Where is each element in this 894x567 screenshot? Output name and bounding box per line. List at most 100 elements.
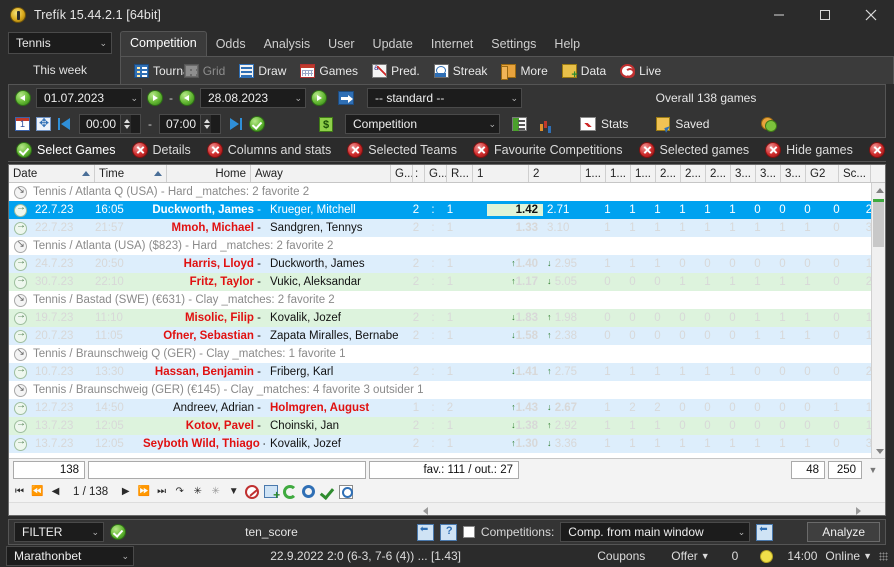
column-header-odd2[interactable]: 2 [529,165,581,182]
group-expand-icon[interactable] [9,347,31,361]
table-row[interactable]: 22.7.23 16:05 Duckworth, James - Krueger, M… [9,201,885,219]
table-row[interactable]: 30.7.23 22:10 Fritz, Taylor - Vukic, Aleksa… [9,273,885,291]
scroll-up-icon[interactable] [872,183,885,197]
row-expand-icon[interactable] [9,400,31,415]
column-header-n8[interactable]: 3... [756,165,781,182]
spinner-arrows-icon[interactable] [200,115,212,133]
column-header-g2[interactable]: G... [425,165,447,182]
footer-dropdown-icon[interactable]: ▼ [865,465,881,475]
nav-next-button[interactable]: ▶ [119,485,132,498]
time-from-spinner[interactable]: 00:00 [79,114,141,134]
add-icon[interactable] [264,485,280,502]
tab-selected-teams[interactable]: Selected Teams [339,138,465,161]
grid-group-row[interactable]: Tennis / Atlanta Q (USA) - Hard _matches… [9,183,885,201]
table-row[interactable]: 13.7.23 12:05 Kotov, Pavel - Choinski, Jan 2… [9,417,885,435]
nav-prev-button[interactable]: ◀ [49,485,62,498]
bar-chart-icon[interactable] [539,117,554,131]
ribbon-data-button[interactable]: Data [555,58,613,84]
table-row[interactable]: 22.7.23 21:57 Mmoh, Michael - Sandgren, Ten… [9,219,885,237]
row-expand-icon[interactable] [9,328,31,343]
column-header-g1[interactable]: G... [391,165,413,182]
menu-item-user[interactable]: User [319,33,363,56]
ribbon-grid-button[interactable]: Grid [177,58,233,84]
close-button[interactable] [848,0,894,30]
competitions-send-button[interactable] [756,523,774,541]
ribbon-more-button[interactable]: More [494,58,554,84]
group-expand-icon[interactable] [9,383,31,397]
time-end-button[interactable] [227,117,243,131]
column-header-n2[interactable]: 1... [606,165,631,182]
apply-range-icon[interactable] [338,91,354,105]
column-header-g2col[interactable]: G2 [806,165,839,182]
competitions-checkbox[interactable] [462,526,475,538]
nav-star-alt-button[interactable]: ✳ [209,485,222,498]
time-apply-button[interactable] [249,116,265,132]
time-start-button[interactable] [57,117,73,131]
column-header-sep[interactable]: : [413,165,425,182]
hscroll-left-icon[interactable] [419,503,432,516]
group-expand-icon[interactable] [9,239,31,253]
column-header-odd1[interactable]: 1 [473,165,529,182]
analyze-button[interactable]: Analyze [807,522,880,542]
column-header-n6[interactable]: 2... [706,165,731,182]
menu-item-update[interactable]: Update [364,33,422,56]
stats-button[interactable]: Stats [580,111,628,137]
spinner-arrows-icon[interactable] [120,115,132,133]
sport-select[interactable]: Tennis ⌄ [8,32,112,54]
filter-select[interactable]: FILTER ⌄ [14,522,104,542]
date-to-next-button[interactable] [311,90,327,106]
note-field[interactable] [88,461,366,479]
maximize-button[interactable] [802,0,848,30]
grid-group-row[interactable]: Tennis / Bastad (SWE) (€631) - Clay _mat… [9,291,885,309]
ribbon-draw-button[interactable]: Draw [232,58,293,84]
gear-icon[interactable] [302,485,316,498]
this-week-label[interactable]: This week [8,56,112,84]
menu-item-help[interactable]: Help [545,33,589,56]
grid-horizontal-scrollbar[interactable] [9,502,885,515]
fav-out-field[interactable]: fav.: 111 / out.: 27 [369,461,519,479]
tab-details[interactable]: Details [124,138,199,161]
column-header-date[interactable]: Date [9,165,95,182]
num-a-field[interactable]: 48 [791,461,825,479]
row-expand-icon[interactable] [9,274,31,289]
move-icon[interactable] [36,116,51,131]
nav-filter-funnel-button[interactable]: ▼ [227,485,240,498]
grid-vertical-scrollbar[interactable] [871,183,885,458]
tab-selected-games[interactable]: Selected games [631,138,758,161]
date-from-prev-button[interactable] [15,90,31,106]
column-header-n3[interactable]: 1... [631,165,656,182]
money-icon[interactable] [319,116,333,132]
row-expand-icon[interactable] [9,418,31,433]
scroll-thumb[interactable] [873,199,884,247]
table-row[interactable]: 19.7.2311:10Misolic, Filip -Kovalik, Joz… [9,309,885,327]
hscroll-right-icon[interactable] [852,503,865,516]
nav-redo-button[interactable]: ↷ [173,485,186,498]
magnifier-icon[interactable] [339,484,354,499]
table-row[interactable]: 20.7.23 11:05 Ofner, Sebastian - Zapata Mir… [9,327,885,345]
ribbon-games-button[interactable]: Games [293,58,365,84]
table-row[interactable]: 12.7.23 14:50 Andreev, Adrian - Holmgren, A… [9,399,885,417]
row-expand-icon[interactable] [9,202,31,217]
table-row[interactable]: 10.7.23 13:30 Hassan, Benjamin - Friberg, K… [9,363,885,381]
ribbon-pred-button[interactable]: Pred. [365,58,427,84]
group-expand-icon[interactable] [9,293,31,307]
nav-prev-page-button[interactable]: ⏪ [31,485,44,498]
row-expand-icon[interactable] [9,256,31,271]
row-expand-icon[interactable] [9,436,31,451]
filter-apply-button[interactable] [110,524,126,540]
help-button[interactable] [439,523,457,541]
menu-item-analysis[interactable]: Analysis [255,33,320,56]
row-expand-icon[interactable] [9,310,31,325]
menu-item-internet[interactable]: Internet [422,33,482,56]
time-to-spinner[interactable]: 07:00 [159,114,221,134]
calendar-day-icon[interactable] [15,117,30,131]
date-from-field[interactable]: 01.07.2023 ⌄ [36,88,142,108]
column-header-n4[interactable]: 2... [656,165,681,182]
date-to-prev-button[interactable] [179,90,195,106]
column-header-n7[interactable]: 3... [731,165,756,182]
columns-icon[interactable] [512,117,527,131]
tab-columns-and-stats[interactable]: Columns and stats [199,138,340,161]
ribbon-streak-button[interactable]: Streak [427,58,495,84]
column-header-time[interactable]: Time [95,165,167,182]
offer-dropdown[interactable]: Offer ▼ [671,549,731,563]
